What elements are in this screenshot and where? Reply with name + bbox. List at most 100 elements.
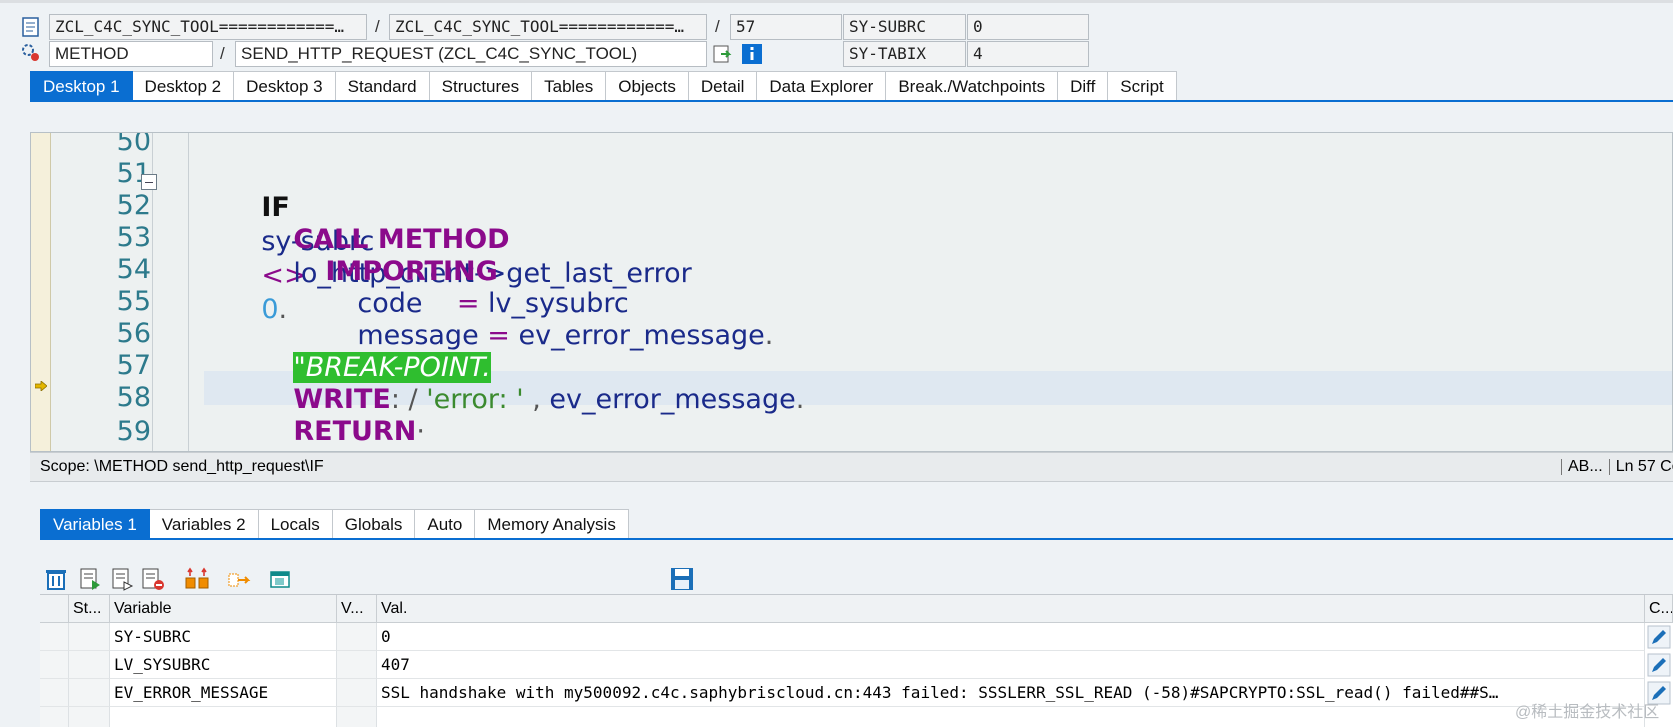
line-number: 50 xyxy=(116,132,151,157)
variables-table: St... Variable V... Val. C... SY-SUBRC 0… xyxy=(40,594,1673,727)
tab-desktop-1[interactable]: Desktop 1 xyxy=(30,71,133,101)
sysvar-label-1: SY-SUBRC xyxy=(843,14,966,40)
edit-icon[interactable] xyxy=(1647,653,1671,677)
line-number: 52 xyxy=(116,190,151,221)
separator: / xyxy=(375,17,380,36)
separator: / xyxy=(220,44,225,63)
insert-variable-icon[interactable] xyxy=(78,566,104,592)
line-number: 51 xyxy=(116,158,151,189)
line-number: 54 xyxy=(116,254,151,285)
sysvar-value-1: 0 xyxy=(967,14,1089,40)
tab-data-explorer[interactable]: Data Explorer xyxy=(757,71,887,101)
variable-value[interactable]: 407 xyxy=(377,651,1645,679)
editor-status-bar: Scope: \METHOD send_http_request\IF AB..… xyxy=(30,452,1673,482)
status-right: AB... Ln 57 Co xyxy=(1555,453,1673,481)
remove-variable-icon[interactable] xyxy=(140,566,166,592)
navigate-icon[interactable] xyxy=(712,43,734,65)
code-editor[interactable]: 50 51 52 53 54 55 56 57 58 59 IF sy-subr… xyxy=(30,132,1673,452)
period: · xyxy=(416,416,425,447)
column-header-variable[interactable]: Variable xyxy=(110,595,337,623)
tab-auto[interactable]: Auto xyxy=(415,509,476,539)
variable-v xyxy=(337,651,377,679)
keyword: RETURN xyxy=(293,416,417,447)
tab-tables[interactable]: Tables xyxy=(532,71,607,101)
column-header-v[interactable]: V... xyxy=(337,595,377,623)
row-selector-header xyxy=(40,595,69,623)
variable-name[interactable]: SY-SUBRC xyxy=(110,623,337,651)
scope-label: Scope: \METHOD send_http_request\IF xyxy=(40,458,324,475)
fold-toggle[interactable] xyxy=(141,174,157,190)
variable-value[interactable]: SSL handshake with my500092.c4c.saphybri… xyxy=(377,679,1645,707)
line-number: 55 xyxy=(116,286,151,317)
variable-value[interactable] xyxy=(377,707,1645,727)
period: . xyxy=(764,320,774,351)
row-status xyxy=(69,651,110,679)
line-number: 58 xyxy=(116,382,151,413)
include-field[interactable]: ZCL_C4C_SYNC_TOOL============… xyxy=(389,14,707,40)
tab-globals[interactable]: Globals xyxy=(332,509,416,539)
info-icon[interactable] xyxy=(741,43,763,65)
tab-variables-1[interactable]: Variables 1 xyxy=(40,509,150,539)
tab-standard[interactable]: Standard xyxy=(335,71,430,101)
row-selector[interactable] xyxy=(40,679,69,707)
row-status xyxy=(69,679,110,707)
variables-tab-underline xyxy=(40,538,1673,540)
line-field[interactable]: 57 xyxy=(730,14,842,40)
variable-details-icon[interactable] xyxy=(110,566,136,592)
separator: / xyxy=(715,17,720,36)
sysvar-value-2: 4 xyxy=(967,41,1089,67)
fold-column xyxy=(153,133,189,451)
variable-name[interactable]: LV_SYSUBRC xyxy=(110,651,337,679)
tab-breakpoints[interactable]: Break./Watchpoints xyxy=(886,71,1059,101)
variable: ev_error_message xyxy=(549,384,796,415)
current-line-arrow-icon xyxy=(35,381,47,391)
edit-icon[interactable] xyxy=(1647,625,1671,649)
string-literal: 'error: ' xyxy=(426,384,524,415)
code-line-58: RETURN· xyxy=(259,381,425,451)
row-selector[interactable] xyxy=(40,623,69,651)
program-field[interactable]: ZCL_C4C_SYNC_TOOL============… xyxy=(49,14,367,40)
row-status xyxy=(69,707,110,727)
tab-locals[interactable]: Locals xyxy=(258,509,333,539)
variable-v xyxy=(337,623,377,651)
transfer-icon[interactable] xyxy=(226,566,252,592)
column-header-status[interactable]: St... xyxy=(69,595,110,623)
sysvar-label-2: SY-TABIX xyxy=(843,41,966,67)
row-status xyxy=(69,623,110,651)
period: . xyxy=(795,384,805,415)
layout-icon[interactable] xyxy=(268,566,294,592)
variable-value[interactable]: 0 xyxy=(377,623,1645,651)
line-number: 57 xyxy=(116,350,151,381)
tab-underline xyxy=(30,100,1673,102)
breakpoint-gutter[interactable] xyxy=(31,133,51,451)
tab-desktop-2[interactable]: Desktop 2 xyxy=(132,71,235,101)
variables-tabs: Variables 1 Variables 2 Locals Globals A… xyxy=(40,509,629,539)
editor-mode: AB... xyxy=(1568,458,1603,475)
tab-script[interactable]: Script xyxy=(1108,71,1177,101)
tab-variables-2[interactable]: Variables 2 xyxy=(149,509,259,539)
tab-structures[interactable]: Structures xyxy=(429,71,533,101)
event-field[interactable]: SEND_HTTP_REQUEST (ZCL_C4C_SYNC_TOOL) xyxy=(235,41,707,67)
column-header-value[interactable]: Val. xyxy=(377,595,1645,623)
event-type-field[interactable]: METHOD xyxy=(49,41,213,67)
tab-memory-analysis[interactable]: Memory Analysis xyxy=(475,509,629,539)
tab-detail[interactable]: Detail xyxy=(688,71,758,101)
tab-objects[interactable]: Objects xyxy=(606,71,689,101)
variable-name[interactable] xyxy=(110,707,337,727)
cursor-position: Ln 57 Co xyxy=(1615,458,1673,475)
delete-icon[interactable] xyxy=(43,566,69,592)
row-selector[interactable] xyxy=(40,707,69,727)
save-icon[interactable] xyxy=(669,566,695,592)
variable-name[interactable]: EV_ERROR_MESSAGE xyxy=(110,679,337,707)
column-header-change[interactable]: C... xyxy=(1645,595,1673,623)
variable-v xyxy=(337,707,377,727)
tab-diff[interactable]: Diff xyxy=(1058,71,1109,101)
tab-desktop-3[interactable]: Desktop 3 xyxy=(234,71,336,101)
method-icon xyxy=(22,44,39,61)
line-number: 53 xyxy=(116,222,151,253)
split-icon[interactable] xyxy=(184,566,210,592)
row-selector[interactable] xyxy=(40,651,69,679)
program-icon xyxy=(22,17,39,37)
variable-v xyxy=(337,679,377,707)
watermark: @稀土掘金技术社区 xyxy=(1515,704,1660,721)
